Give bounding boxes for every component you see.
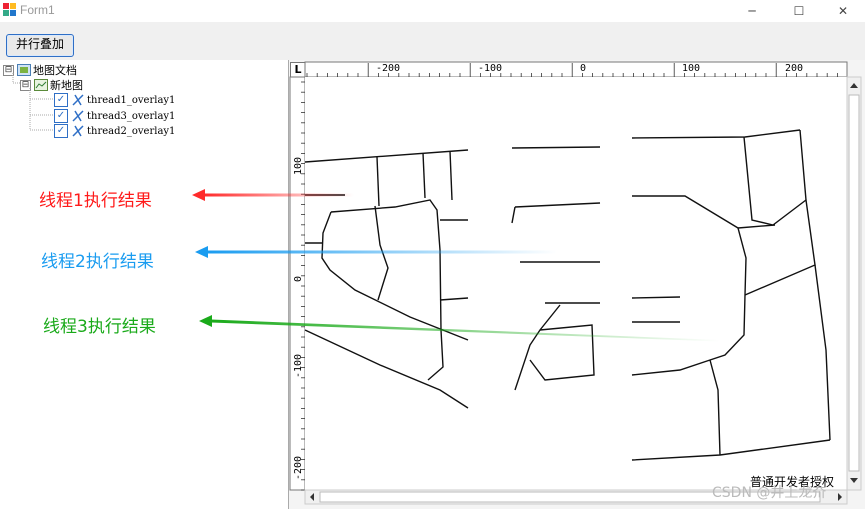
ruler-label: 0: [293, 276, 304, 282]
left-ruler: [289, 76, 306, 491]
ruler-label: -200: [376, 63, 400, 74]
csdn-watermark: CSDN @井上龙夼: [712, 485, 827, 501]
vertical-scroll-thumb: [848, 94, 860, 472]
arrow-head-blue: [195, 246, 208, 258]
map-area: [305, 77, 847, 490]
ruler-label: 100: [293, 157, 304, 175]
arrow-head-green: [199, 315, 212, 327]
map-canvas: -200 -100 0 100 200 100 0 -100 -200: [192, 61, 862, 505]
ruler-label: 100: [682, 63, 700, 74]
arrow-red: [204, 193, 354, 197]
ruler-label: -100: [478, 63, 502, 74]
ruler-label: -100: [293, 354, 304, 378]
ruler-label: 200: [785, 63, 803, 74]
arrow-blue: [207, 250, 557, 254]
ruler-label: 0: [580, 63, 586, 74]
ruler-label: -200: [293, 456, 304, 480]
arrow-head-red: [192, 189, 205, 201]
